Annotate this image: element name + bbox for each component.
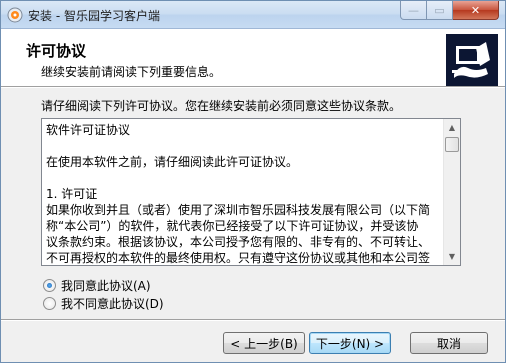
computer-install-icon [446,34,498,86]
next-button[interactable]: 下一步(N) > [309,332,391,354]
license-text: 软件许可证协议 在使用本软件之前，请仔细阅读此许可证协议。 1. 许可证 如果你… [46,122,439,265]
accept-option[interactable]: 我同意此协议(A) [43,277,151,294]
page-subtitle: 继续安装前请阅读下列重要信息。 [41,65,222,79]
footer-divider [1,319,505,321]
decline-option[interactable]: 我不同意此协议(D) [43,295,164,312]
decline-radio[interactable] [43,297,56,310]
license-prompt: 请仔细阅读下列许可协议。您在继续安装前必须同意这些协议条款。 [41,99,402,113]
license-line: 软件许可证协议 [46,123,131,137]
license-textbox[interactable]: 软件许可证协议 在使用本软件之前，请仔细阅读此许可证协议。 1. 许可证 如果你… [41,118,461,266]
maximize-button[interactable]: ▭ [427,1,453,20]
close-button[interactable]: ✕ [453,1,499,20]
title-bar[interactable]: 安装 - 智乐园学习客户端 — ▭ ✕ [1,1,505,29]
page-title: 许可协议 [26,42,87,60]
window-controls: — ▭ ✕ [400,1,499,21]
installer-window: 安装 - 智乐园学习客户端 — ▭ ✕ 许可协议 继续安装前请阅读下列重要信息。… [0,0,506,363]
window-title: 安装 - 智乐园学习客户端 [28,9,160,23]
minimize-button[interactable]: — [400,1,427,20]
cancel-button[interactable]: 取消 [410,332,488,354]
scroll-thumb[interactable] [445,137,459,152]
decline-label[interactable]: 我不同意此协议(D) [61,295,164,312]
vertical-scrollbar[interactable]: ▲ ▼ [443,119,460,265]
back-button[interactable]: < 上一步(B) [223,332,305,354]
header-divider [1,87,505,88]
accept-label[interactable]: 我同意此协议(A) [61,277,151,294]
wizard-header: 许可协议 继续安装前请阅读下列重要信息。 [1,29,505,87]
license-line [46,170,439,186]
scroll-down-arrow-icon[interactable]: ▼ [444,248,460,265]
scroll-up-arrow-icon[interactable]: ▲ [444,119,460,136]
license-line: 如果你收到并且（或者）使用了深圳市智乐园科技发展有限公司（以下简 [46,203,431,217]
accept-radio[interactable] [43,279,56,292]
license-line: 不可再授权的本软件的最终使用权。只有遵守这份协议或其他和本公司签 [46,251,431,265]
license-line: 议条款约束。根据该协议，本公司授予您有限的、非专有的、不可转让、 [46,235,431,249]
license-line [46,138,439,154]
installer-icon [7,7,23,23]
license-line: 1. 许可证 [46,187,98,201]
license-line: 在使用本软件之前，请仔细阅读此许可证协议。 [46,155,299,169]
license-line: 称“本公司”）的软件，就代表你已经接受了以下许可证协议，并受该协 [46,219,419,233]
